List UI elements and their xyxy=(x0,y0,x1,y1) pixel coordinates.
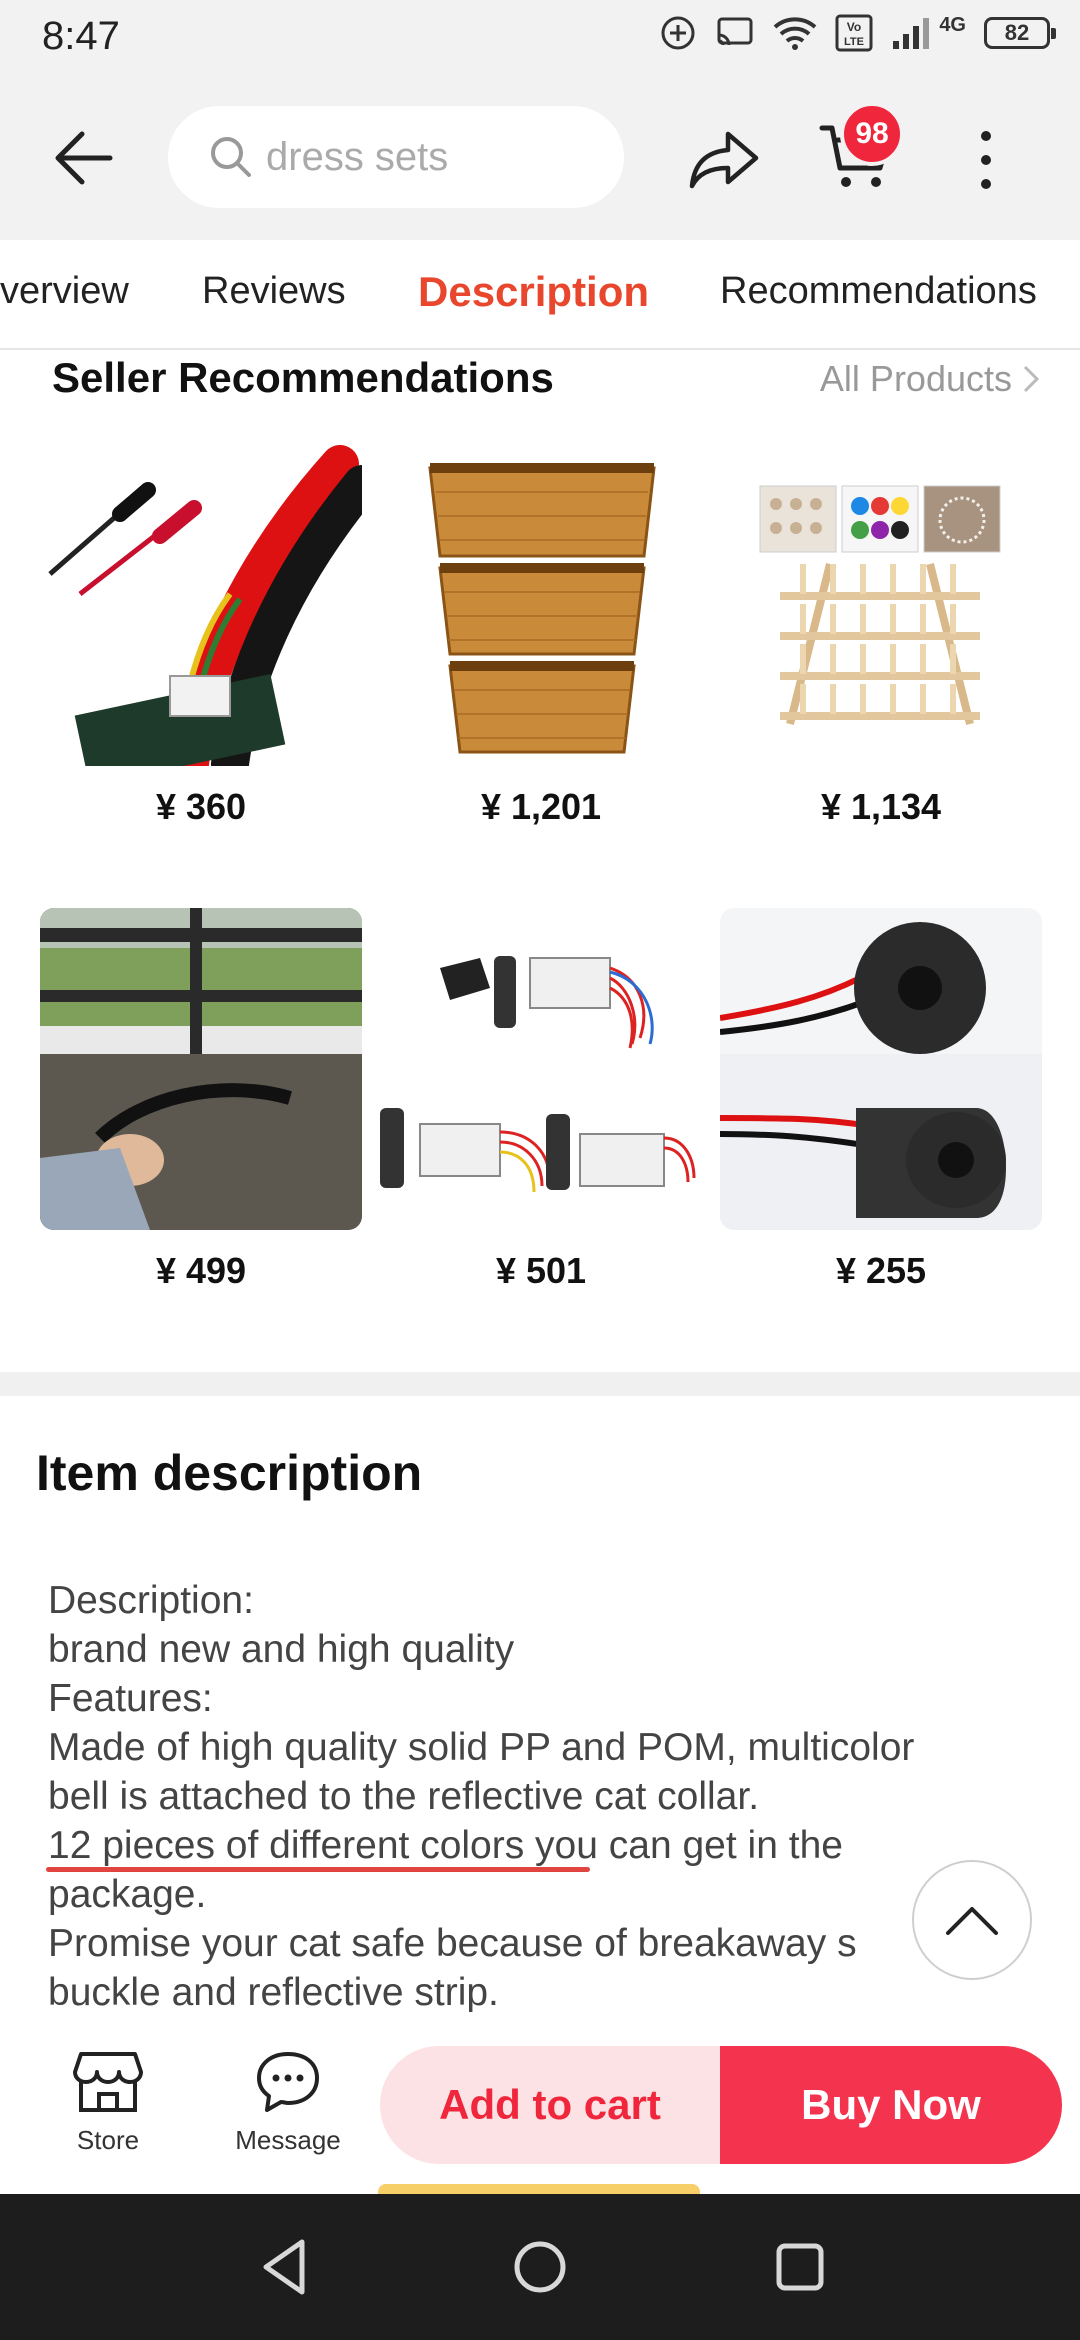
status-icons: Vo LTE 4G 82 xyxy=(659,13,1056,52)
product-price: ¥ 1,201 xyxy=(480,786,602,827)
store-button[interactable]: Store xyxy=(50,2050,166,2156)
product-card[interactable]: ¥ 360 xyxy=(40,444,362,828)
product-price: ¥ 360 xyxy=(155,786,247,827)
cart-count-badge: 98 xyxy=(840,102,904,166)
product-card[interactable]: ¥ 255 xyxy=(720,908,1042,1292)
search-icon xyxy=(211,137,251,177)
scroll-to-top-button[interactable] xyxy=(912,1860,1032,1980)
description-line: buckle and reflective strip. xyxy=(48,1971,499,2014)
nav-back-icon[interactable] xyxy=(252,2232,322,2302)
buy-now-button[interactable]: Buy Now xyxy=(720,2046,1062,2164)
battery-icon: 82 xyxy=(984,17,1056,49)
signal-icon xyxy=(893,18,930,49)
message-label: Message xyxy=(235,2125,341,2155)
search-placeholder: dress sets xyxy=(266,134,449,179)
system-nav-bar xyxy=(0,2194,1080,2340)
message-button[interactable]: Message xyxy=(222,2050,354,2156)
product-image-current-transformer-rings[interactable] xyxy=(720,908,1042,1230)
description-line: Promise your cat safe because of breakaw… xyxy=(48,1922,857,1965)
message-icon xyxy=(257,2052,319,2112)
item-description-body: Description: brand new and high quality … xyxy=(48,1576,1018,2017)
share-icon[interactable] xyxy=(686,120,762,196)
tab-recommendations[interactable]: Recommendations xyxy=(720,270,1037,313)
product-image-window-sealing-tool[interactable] xyxy=(40,908,362,1230)
description-line: Features: xyxy=(48,1677,213,1720)
chevron-up-icon xyxy=(946,1907,998,1935)
add-to-cart-button[interactable]: Add to cart xyxy=(380,2046,720,2164)
wifi-icon xyxy=(773,17,817,50)
section-divider xyxy=(0,1372,1080,1396)
product-card[interactable]: ¥ 1,201 xyxy=(380,444,702,828)
back-arrow-icon[interactable] xyxy=(48,122,120,194)
tab-description[interactable]: Description xyxy=(418,268,649,316)
chevron-right-icon xyxy=(1023,365,1040,393)
tab-overview[interactable]: verview xyxy=(0,270,129,313)
status-bar: 8:47 Vo LTE 4G 82 xyxy=(0,0,1080,72)
product-price: ¥ 499 xyxy=(155,1250,247,1291)
tab-reviews[interactable]: Reviews xyxy=(202,270,346,313)
product-image-test-probe-leads[interactable] xyxy=(40,444,362,766)
more-vertical-icon[interactable] xyxy=(966,124,1006,196)
product-card[interactable]: ¥ 499 xyxy=(40,908,362,1292)
bottom-action-bar: Store Message Add to cart Buy Now xyxy=(0,2012,1080,2194)
section-tabs: verview Reviews Description Recommendati… xyxy=(0,240,1080,350)
seller-recommendations-title: Seller Recommendations xyxy=(52,354,554,401)
product-card[interactable]: ¥ 1,134 xyxy=(720,444,1042,828)
volte-icon: Vo LTE xyxy=(835,14,873,52)
product-card[interactable]: ¥ 501 xyxy=(380,908,702,1292)
description-line: 12 pieces of different colors you can ge… xyxy=(48,1824,843,1867)
all-products-label: All Products xyxy=(819,358,1012,399)
svg-text:Vo: Vo xyxy=(847,20,861,34)
description-line: bell is attached to the reflective cat c… xyxy=(48,1775,760,1818)
store-icon xyxy=(73,2052,143,2112)
description-line: brand new and high quality xyxy=(48,1628,515,1671)
product-image-rattan-baskets[interactable] xyxy=(380,444,702,766)
network-type: 4G xyxy=(939,13,966,36)
highlight-underline xyxy=(46,1867,590,1872)
add-circle-icon xyxy=(661,16,695,50)
svg-text:LTE: LTE xyxy=(844,36,864,48)
product-price: ¥ 501 xyxy=(495,1250,587,1291)
search-input[interactable]: dress sets xyxy=(168,106,624,208)
product-image-remote-switch-modules[interactable] xyxy=(380,908,702,1230)
description-line: package. xyxy=(48,1873,207,1916)
description-line: Made of high quality solid PP and POM, m… xyxy=(48,1726,915,1769)
product-price: ¥ 1,134 xyxy=(820,786,942,827)
top-bar: dress sets 98 xyxy=(0,72,1080,240)
item-description-title: Item description xyxy=(36,1445,423,1501)
store-label: Store xyxy=(76,2125,140,2155)
cast-icon xyxy=(717,17,753,46)
status-time: 8:47 xyxy=(42,14,120,58)
nav-recents-icon[interactable] xyxy=(765,2232,835,2302)
nav-home-icon[interactable] xyxy=(505,2232,575,2302)
all-products-link[interactable]: All Products xyxy=(820,358,1040,400)
description-line: Description: xyxy=(48,1579,254,1622)
product-image-thread-spool-rack[interactable] xyxy=(720,444,1042,766)
product-price: ¥ 255 xyxy=(835,1250,927,1291)
